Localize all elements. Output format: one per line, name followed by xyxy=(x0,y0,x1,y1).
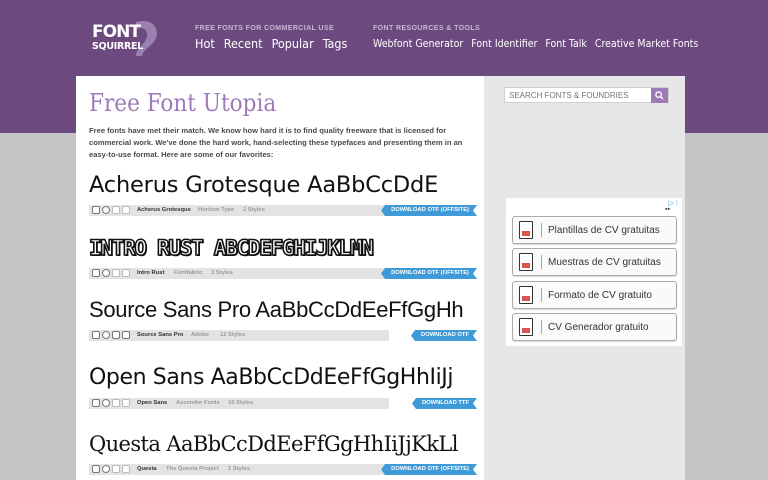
font-name[interactable]: Questa xyxy=(137,466,157,472)
tablet-icon xyxy=(112,269,120,277)
font-name[interactable]: Source Sans Pro xyxy=(137,332,183,338)
resources-nav: Webfont Generator Font Identifier Font T… xyxy=(373,36,706,50)
nav-hot[interactable]: Hot xyxy=(195,36,215,51)
desktop-icon xyxy=(92,331,100,339)
font-foundry[interactable]: The Questa Project xyxy=(166,466,219,472)
font-info-bar: Intro Rust Fontfabric 3 Styles DOWNLOAD … xyxy=(89,268,477,279)
font-name[interactable]: Open Sans xyxy=(137,400,167,406)
font-info-bar: Open Sans Ascender Fonts 10 Styles DOWNL… xyxy=(89,398,477,409)
font-name[interactable]: Intro Rust xyxy=(137,270,164,276)
nav-recent[interactable]: Recent xyxy=(224,36,263,51)
desktop-icon xyxy=(92,206,100,214)
page-title: Free Font Utopia xyxy=(89,89,277,117)
font-entry: Acherus Grotesque AaBbCcDdE Acherus Grot… xyxy=(89,166,477,216)
ad-button[interactable]: Formato de CV gratuito xyxy=(512,281,677,309)
download-button[interactable]: DOWNLOAD OTF xyxy=(411,330,477,341)
font-info-bar: Acherus Grotesque Horizon Type 2 Styles … xyxy=(89,205,477,216)
font-entry: Questa AaBbCcDdEeFfGgHhIiJjKkLl Questa T… xyxy=(89,425,477,475)
mobile-icon xyxy=(122,206,130,214)
tablet-icon xyxy=(112,465,120,473)
font-info-bar: Questa The Questa Project 1 Styles DOWNL… xyxy=(89,464,477,475)
desktop-icon xyxy=(92,465,100,473)
intro-text: Free fonts have met their match. We know… xyxy=(89,126,463,159)
font-sample[interactable]: Open Sans AaBbCcDdEeFfGgHhIiJj xyxy=(89,359,477,397)
font-info-bar: Source Sans Pro Adobe 12 Styles DOWNLOAD… xyxy=(89,330,477,341)
font-sample[interactable]: INTRO RUST ABCDEFGHIJKLMN xyxy=(89,229,477,267)
ad-block: ▷ ⁝ ▪▪ Plantillas de CV gratuitas Muestr… xyxy=(506,198,682,346)
font-sample[interactable]: Acherus Grotesque AaBbCcDdE xyxy=(89,166,477,204)
web-icon xyxy=(102,269,110,277)
web-icon xyxy=(102,331,110,339)
nav-webfont-generator[interactable]: Webfont Generator xyxy=(373,36,463,50)
ad-grid-icon: ▪▪ xyxy=(665,206,670,213)
logo-text-bottom: SQUIRREL xyxy=(92,41,143,52)
sidebar: ▷ ⁝ ▪▪ Plantillas de CV gratuitas Muestr… xyxy=(484,76,685,480)
mobile-icon xyxy=(122,269,130,277)
mobile-icon xyxy=(122,465,130,473)
font-styles: 3 Styles xyxy=(211,269,233,276)
nav-popular[interactable]: Popular xyxy=(272,36,314,51)
nav-creative-market-fonts[interactable]: Creative Market Fonts xyxy=(595,36,698,50)
font-foundry[interactable]: Ascender Fonts xyxy=(176,400,220,406)
font-name[interactable]: Acherus Grotesque xyxy=(137,207,191,213)
mobile-icon xyxy=(122,331,130,339)
document-icon xyxy=(519,318,533,336)
font-styles: 12 Styles xyxy=(220,331,246,338)
tablet-icon xyxy=(112,399,120,407)
web-icon xyxy=(102,206,110,214)
desktop-icon xyxy=(92,399,100,407)
main-content: Free Font Utopia Free fonts have met the… xyxy=(76,76,484,480)
font-foundry[interactable]: Fontfabric xyxy=(174,270,202,276)
logo-text-top: FONT xyxy=(92,22,141,42)
main-nav: Hot Recent Popular Tags xyxy=(195,36,356,51)
download-button[interactable]: DOWNLOAD TTF xyxy=(412,398,477,409)
nav-tags[interactable]: Tags xyxy=(323,36,348,51)
font-squirrel-logo[interactable]: FONT SQUIRREL xyxy=(90,18,162,58)
web-icon xyxy=(102,465,110,473)
nav-main-label: FREE FONTS FOR COMMERCIAL USE xyxy=(195,25,335,32)
font-entry: INTRO RUST ABCDEFGHIJKLMN Intro Rust Fon… xyxy=(89,229,477,279)
nav-font-identifier[interactable]: Font Identifier xyxy=(471,36,537,50)
search-button[interactable] xyxy=(651,88,668,103)
web-icon xyxy=(102,399,110,407)
tablet-icon xyxy=(112,331,120,339)
font-sample[interactable]: Questa AaBbCcDdEeFfGgHhIiJjKkLl xyxy=(89,425,477,463)
search-input[interactable] xyxy=(505,88,652,102)
nav-resources-label: FONT RESOURCES & TOOLS xyxy=(373,25,481,32)
ad-button[interactable]: Muestras de CV gratuitas xyxy=(512,248,677,276)
ad-button[interactable]: Plantillas de CV gratuitas xyxy=(512,216,677,244)
document-icon xyxy=(519,253,533,271)
desktop-icon xyxy=(92,269,100,277)
mobile-icon xyxy=(122,399,130,407)
search-box xyxy=(504,87,669,103)
document-icon xyxy=(519,286,533,304)
ad-button[interactable]: CV Generador gratuito xyxy=(512,313,677,341)
download-button[interactable]: DOWNLOAD OTF (OFFSITE) xyxy=(381,268,477,279)
font-entry: Open Sans AaBbCcDdEeFfGgHhIiJj Open Sans… xyxy=(89,359,477,409)
font-styles: 10 Styles xyxy=(228,399,254,406)
font-foundry[interactable]: Adobe xyxy=(191,332,209,338)
tablet-icon xyxy=(112,206,120,214)
search-icon xyxy=(655,91,664,100)
download-button[interactable]: DOWNLOAD OTF (OFFSITE) xyxy=(381,464,477,475)
font-styles: 2 Styles xyxy=(243,206,265,213)
nav-font-talk[interactable]: Font Talk xyxy=(545,36,586,50)
font-entry: Source Sans Pro AaBbCcDdEeFfGgHh Source … xyxy=(89,291,477,341)
document-icon xyxy=(519,221,533,239)
font-sample[interactable]: Source Sans Pro AaBbCcDdEeFfGgHh xyxy=(89,291,477,329)
font-styles: 1 Styles xyxy=(228,465,250,472)
font-foundry[interactable]: Horizon Type xyxy=(198,207,234,213)
download-button[interactable]: DOWNLOAD OTF (OFFSITE) xyxy=(381,205,477,216)
